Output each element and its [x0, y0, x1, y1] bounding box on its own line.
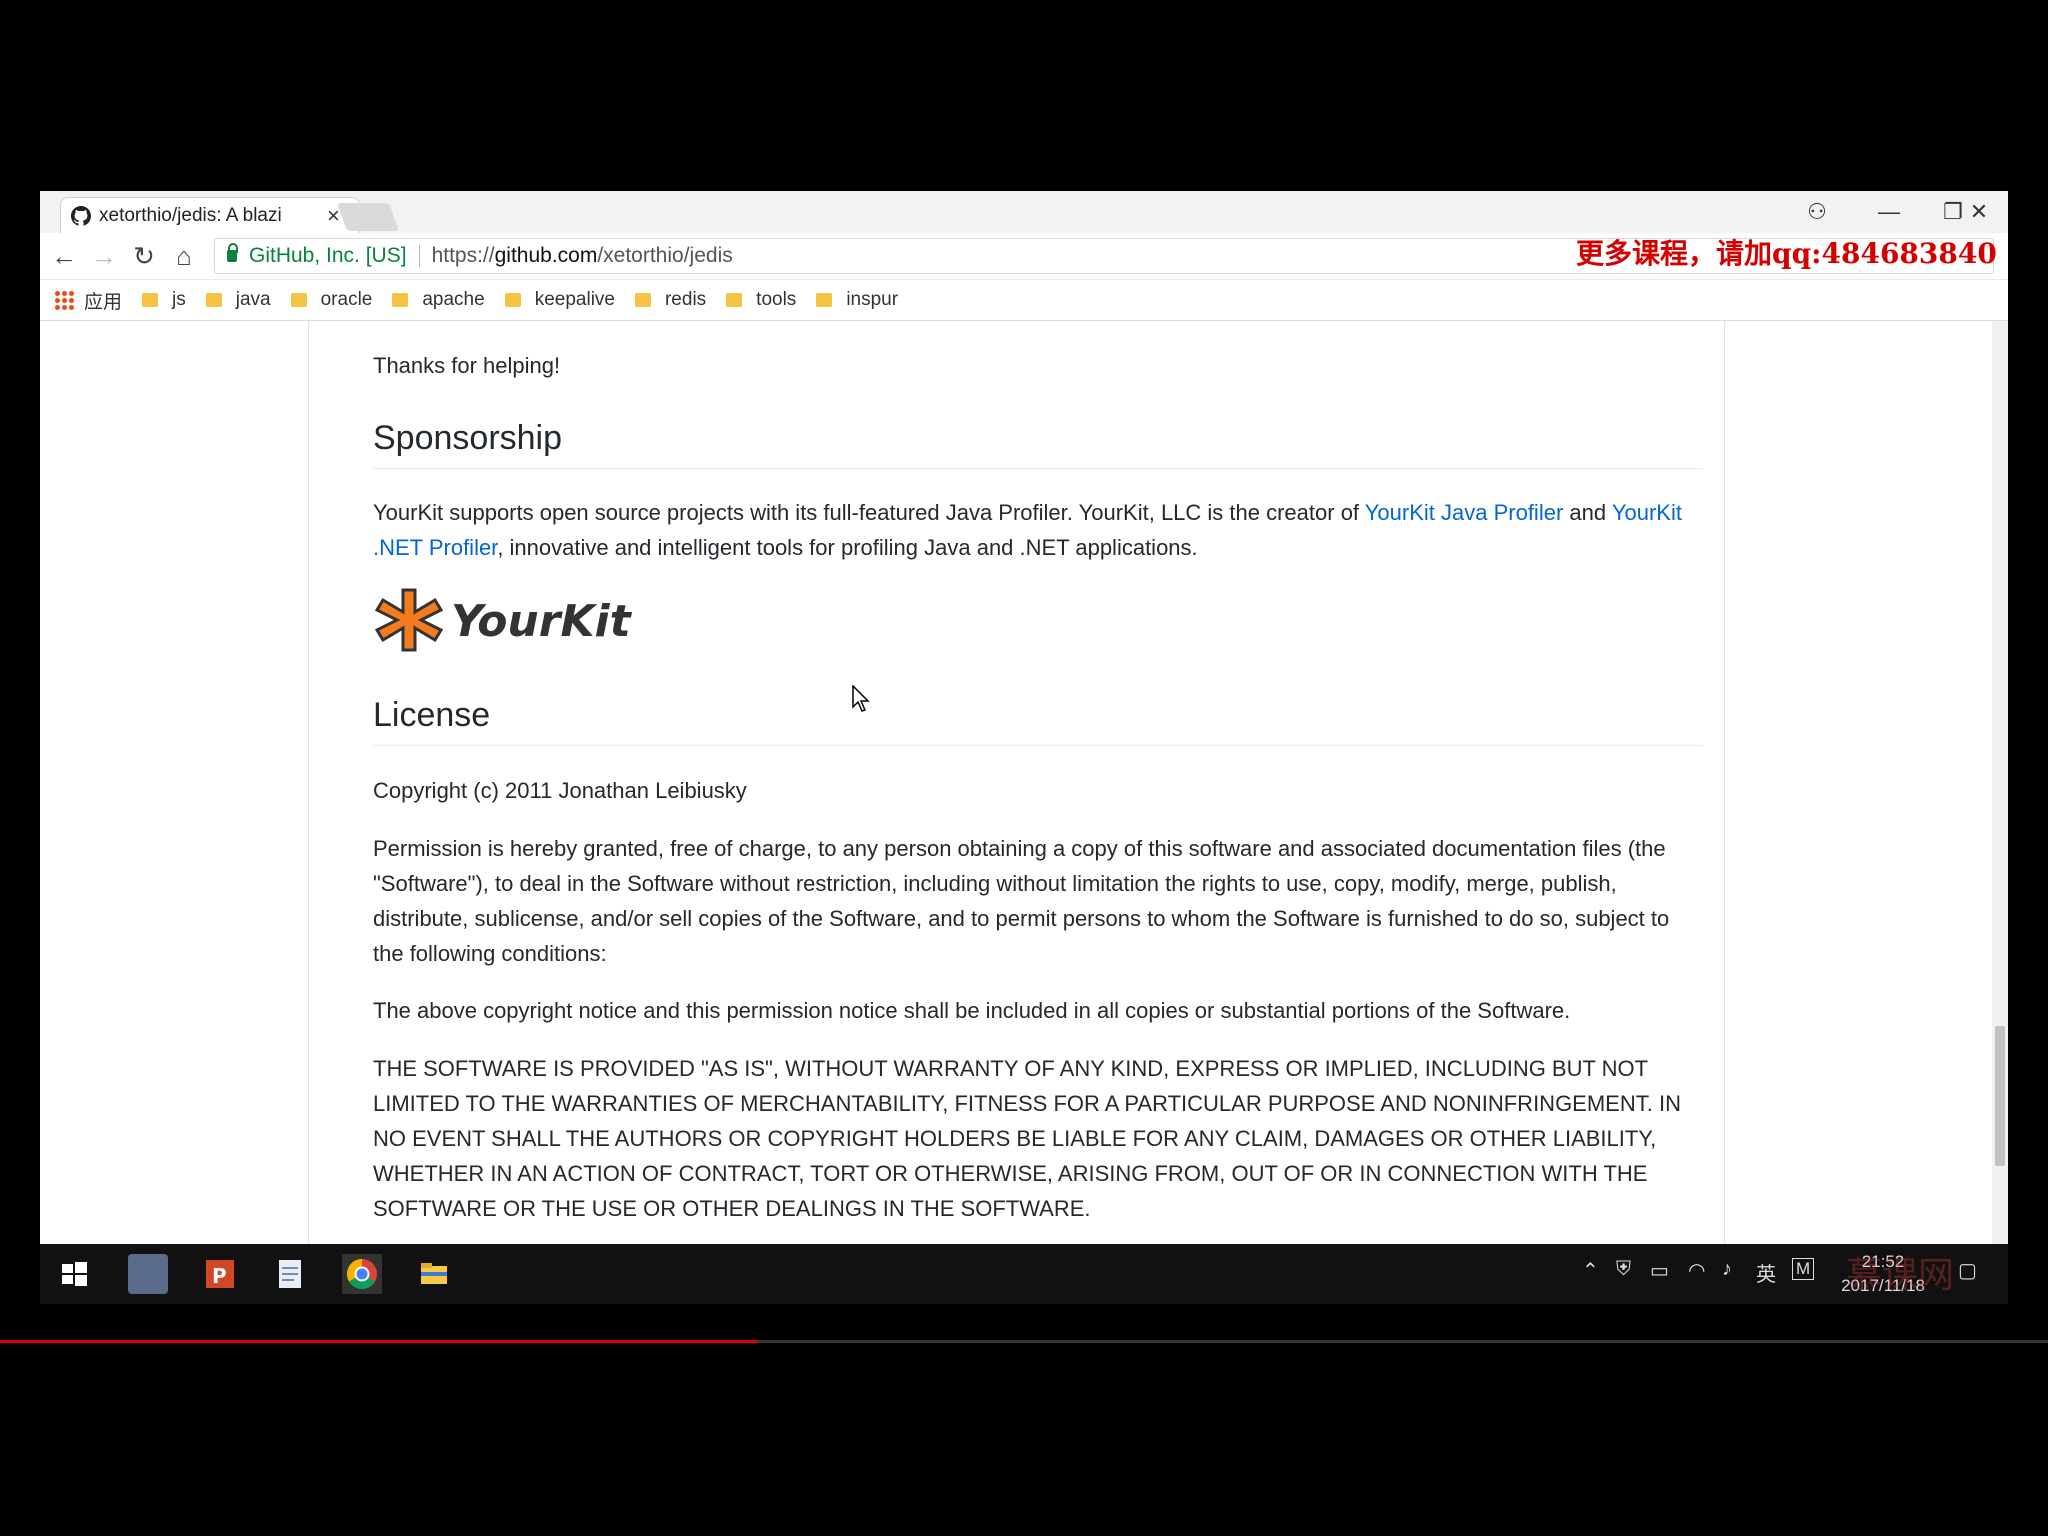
ime-indicator[interactable]: 英: [1756, 1258, 1776, 1287]
bookmark-oracle[interactable]: oracle: [290, 289, 372, 311]
video-progress-track[interactable]: [758, 1340, 2048, 1343]
battery-icon[interactable]: ▭: [1650, 1258, 1669, 1283]
windows-start-icon[interactable]: [54, 1254, 94, 1294]
apps-grid-icon[interactable]: [54, 290, 74, 310]
content-border-right: [1724, 321, 1725, 1244]
folder-icon: [504, 293, 521, 307]
yourkit-logo[interactable]: YourKit: [373, 584, 653, 656]
notice-paragraph: The above copyright notice and this perm…: [373, 998, 1571, 1023]
folder-icon: [726, 293, 743, 307]
folder-icon: [290, 293, 307, 307]
url-path: /xetorthio/jedis: [597, 244, 733, 267]
mouse-cursor-icon: [852, 684, 872, 718]
home-icon[interactable]: ⌂: [166, 239, 202, 273]
volume-icon[interactable]: ♪: [1722, 1258, 1732, 1281]
permission-paragraph: Permission is hereby granted, free of ch…: [373, 836, 1670, 966]
copyright-text: Copyright (c) 2011 Jonathan Leibiusky: [373, 778, 747, 803]
bookmark-java[interactable]: java: [205, 289, 271, 311]
github-icon: [71, 205, 91, 226]
mail-tray-icon[interactable]: M: [1792, 1258, 1815, 1280]
bookmark-keepalive[interactable]: keepalive: [504, 289, 615, 311]
bookmark-tools[interactable]: tools: [726, 289, 796, 311]
tab-title: xetorthio/jedis: A blazi: [99, 204, 282, 226]
file-explorer-icon[interactable]: [414, 1254, 454, 1294]
bookmark-apache[interactable]: apache: [392, 289, 485, 311]
account-icon[interactable]: ⚇: [1792, 195, 1842, 229]
tab-jedis[interactable]: xetorthio/jedis: A blazi ×: [60, 197, 360, 233]
omnibox-separator: [418, 245, 420, 267]
video-progress-bar[interactable]: [0, 1340, 758, 1343]
bookmark-redis[interactable]: redis: [634, 289, 706, 311]
minimize-button[interactable]: —: [1864, 195, 1914, 229]
warranty-paragraph: THE SOFTWARE IS PROVIDED "AS IS", WITHOU…: [373, 1056, 1681, 1221]
bookmarks-bar: 应用 js java oracle apache keepalive redis…: [40, 280, 2008, 321]
notification-center-icon[interactable]: ▢: [1958, 1258, 1977, 1283]
url-scheme: https://: [431, 244, 495, 267]
bookmark-js[interactable]: js: [142, 289, 186, 311]
yourkit-logo-icon: YourKit: [374, 588, 633, 652]
yourkit-java-profiler-link[interactable]: YourKit Java Profiler: [1365, 500, 1564, 525]
folder-icon: [205, 293, 222, 307]
notepad-icon[interactable]: [270, 1254, 310, 1294]
tab-strip: xetorthio/jedis: A blazi × ⚇ — ❐ ✕: [40, 191, 2008, 233]
tray-overflow-icon[interactable]: ⌃: [1582, 1258, 1599, 1283]
reload-icon[interactable]: ↻: [126, 239, 162, 273]
folder-icon: [142, 293, 159, 307]
watermark-text: 更多课程，请加qq:484683840: [1576, 237, 1997, 270]
forward-arrow-icon[interactable]: →: [86, 239, 122, 273]
sponsorship-heading: Sponsorship: [373, 419, 1703, 469]
app-icon-1[interactable]: [128, 1254, 168, 1294]
bookmark-apps[interactable]: 应用: [84, 287, 122, 314]
content-border-left: [308, 321, 309, 1244]
browser-window: xetorthio/jedis: A blazi × ⚇ — ❐ ✕ ← → ↻…: [40, 191, 2008, 1244]
security-tray-icon[interactable]: ⛨: [1616, 1258, 1631, 1281]
folder-icon: [816, 293, 833, 307]
windows-taskbar: P ⌃ ⛨ ▭ ◠ ♪ 英 M 21:52 2017/11/18 慕课网 ▢: [40, 1244, 2008, 1304]
folder-icon: [392, 293, 409, 307]
yourkit-logo-text: YourKit: [451, 596, 633, 647]
lock-icon: [227, 243, 238, 262]
license-heading: License: [373, 696, 1703, 746]
url-host: github.com: [494, 244, 598, 267]
watermark-logo: 慕课网: [1846, 1255, 1955, 1296]
chrome-icon[interactable]: [342, 1254, 382, 1294]
svg-text:P: P: [212, 1264, 227, 1288]
ev-certificate-label[interactable]: GitHub, Inc. [US]: [249, 244, 407, 268]
thanks-text: Thanks for helping!: [373, 353, 561, 378]
scrollbar-thumb[interactable]: [1995, 1026, 2005, 1166]
powerpoint-icon[interactable]: P: [200, 1254, 240, 1294]
folder-icon: [634, 293, 651, 307]
sponsorship-paragraph: YourKit supports open source projects wi…: [373, 500, 1682, 560]
back-arrow-icon[interactable]: ←: [46, 239, 82, 273]
close-window-button[interactable]: ✕: [1954, 195, 2004, 229]
url-text[interactable]: https://github.com/xetorthio/jedis: [432, 244, 733, 268]
bookmark-inspur[interactable]: inspur: [816, 289, 898, 311]
new-tab-button[interactable]: [336, 203, 400, 231]
wifi-icon[interactable]: ◠: [1688, 1258, 1705, 1283]
